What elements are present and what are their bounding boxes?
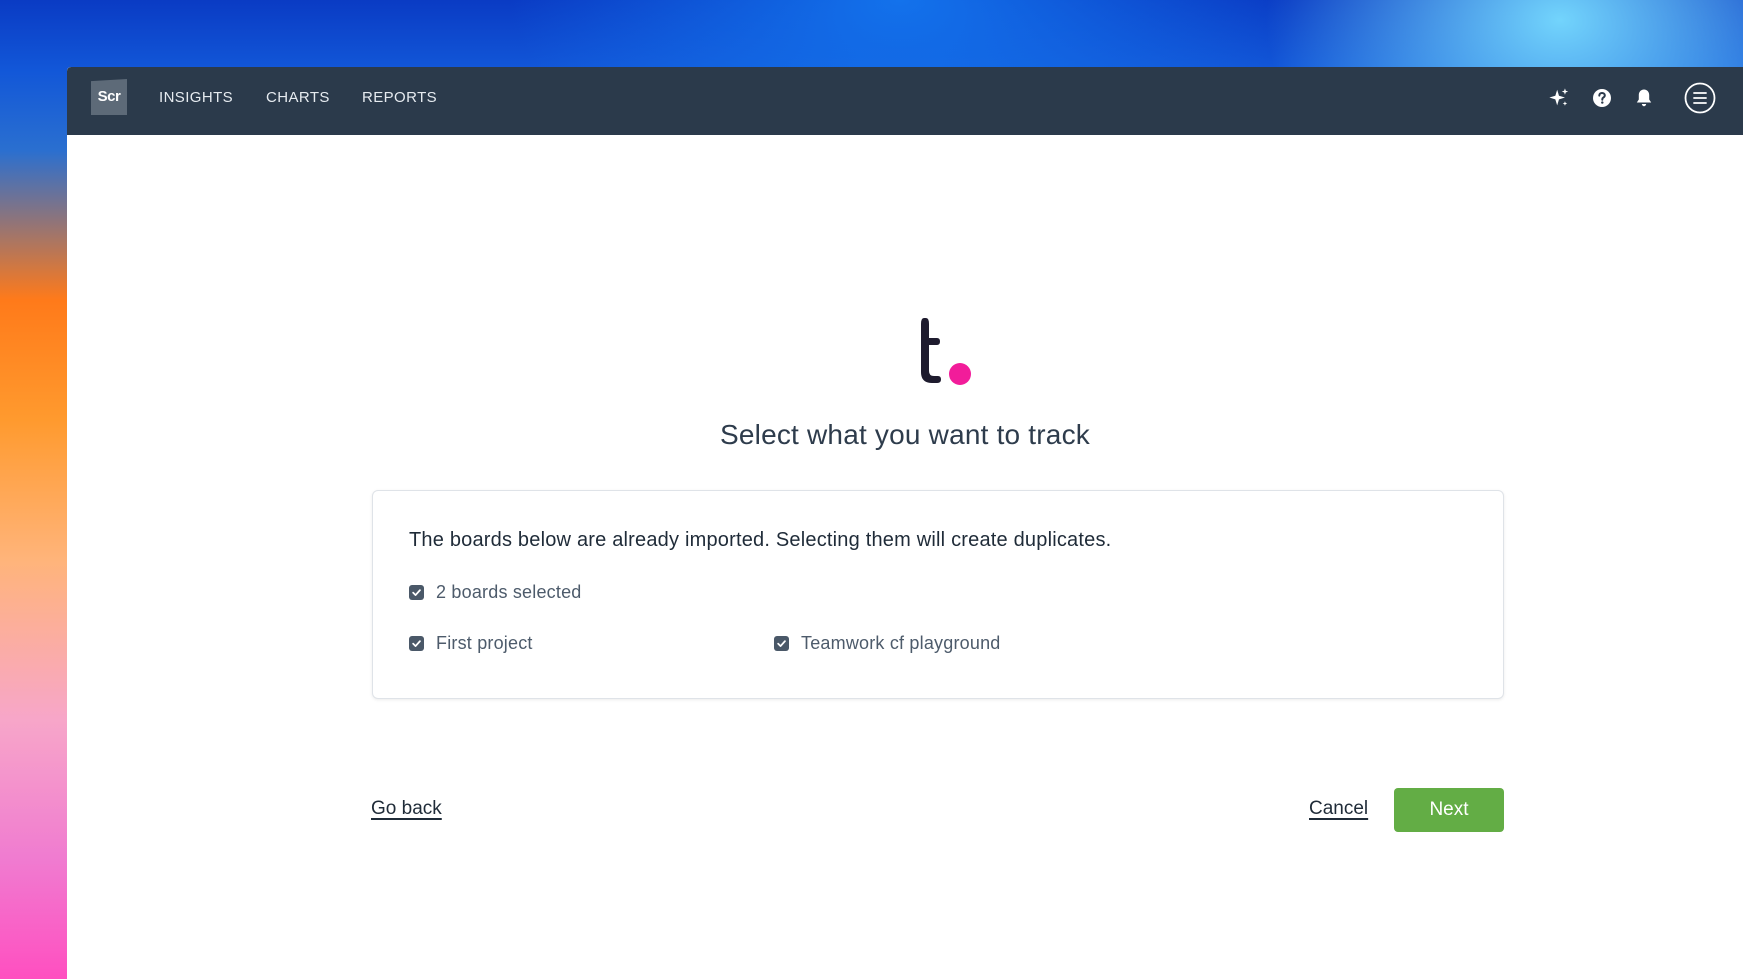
nav-insights[interactable]: INSIGHTS <box>159 89 233 106</box>
checkbox-checked-icon[interactable] <box>774 636 789 651</box>
board-checkbox-row[interactable]: Teamwork cf playground <box>774 633 1001 654</box>
sparkles-icon[interactable] <box>1546 85 1572 111</box>
board-label: First project <box>436 633 533 653</box>
checkbox-checked-icon[interactable] <box>409 636 424 651</box>
go-back-link[interactable]: Go back <box>371 798 442 820</box>
nav-charts[interactable]: CHARTS <box>266 89 330 106</box>
trello-like-brand-logo <box>904 312 984 402</box>
page-title: Select what you want to track <box>720 419 1090 450</box>
app-logo[interactable]: Scr <box>91 79 127 115</box>
duplicate-warning-message: The boards below are already imported. S… <box>409 529 1112 551</box>
next-button[interactable]: Next <box>1394 788 1504 832</box>
top-navigation-bar: Scr INSIGHTS CHARTS REPORTS <box>67 67 1743 135</box>
help-icon[interactable] <box>1589 85 1615 111</box>
bell-icon[interactable] <box>1631 85 1657 111</box>
app-window: Scr INSIGHTS CHARTS REPORTS Select what … <box>67 67 1743 979</box>
select-all-checkbox-row[interactable]: 2 boards selected <box>409 582 582 603</box>
nav-reports[interactable]: REPORTS <box>362 89 437 106</box>
menu-icon[interactable] <box>1683 81 1717 115</box>
cancel-link[interactable]: Cancel <box>1309 798 1368 820</box>
checkbox-checked-icon[interactable] <box>409 585 424 600</box>
select-all-label: 2 boards selected <box>436 582 582 602</box>
board-checkbox-row[interactable]: First project <box>409 633 533 654</box>
board-label: Teamwork cf playground <box>801 633 1001 653</box>
boards-selection-card: The boards below are already imported. S… <box>372 490 1504 699</box>
